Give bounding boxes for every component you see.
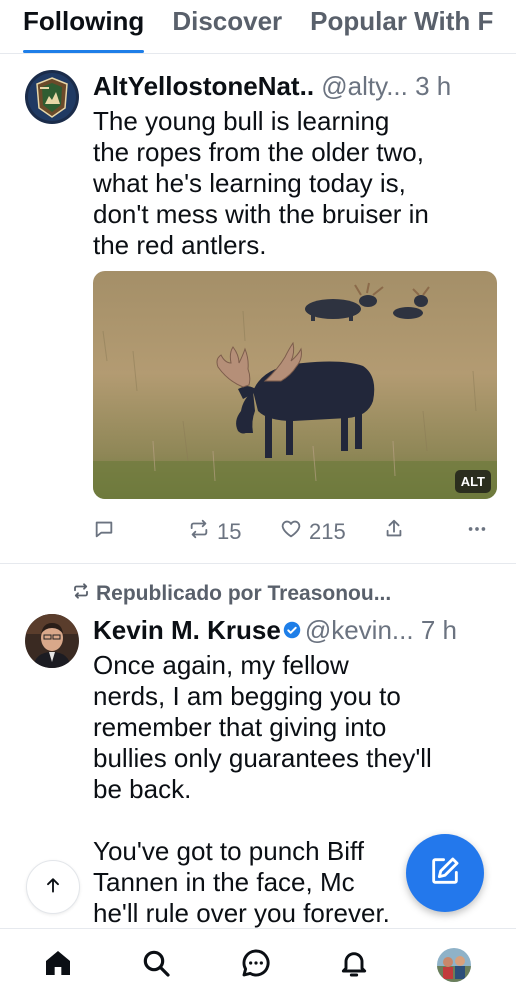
share-button[interactable] [383, 514, 405, 550]
reply-icon [93, 518, 115, 546]
more-icon [465, 518, 489, 546]
arrow-up-icon [43, 875, 63, 900]
author-handle[interactable]: @kevin... [305, 615, 414, 645]
bottom-navigation [0, 928, 516, 1000]
bell-icon [338, 947, 370, 984]
author-name[interactable]: AltYellostoneNat.. [93, 71, 314, 101]
author-handle[interactable]: @alty... [321, 71, 408, 101]
post-header: AltYellostoneNat.. @alty... 3 h [93, 70, 498, 102]
repost-icon [187, 518, 211, 546]
compose-button[interactable] [406, 834, 484, 912]
like-count: 215 [309, 519, 346, 544]
avatar[interactable] [25, 70, 79, 124]
author-name[interactable]: Kevin M. Kruse [93, 615, 281, 645]
home-icon [42, 947, 74, 984]
repost-button[interactable]: 15 [187, 514, 241, 550]
tab-popular-with-friends[interactable]: Popular With F [310, 0, 493, 53]
tab-following[interactable]: Following [23, 0, 145, 53]
nav-search[interactable] [136, 945, 176, 985]
post-actions: 15 215 [93, 514, 496, 550]
like-button[interactable]: 215 [279, 514, 346, 550]
repost-icon [72, 582, 90, 606]
verified-badge-icon [283, 621, 301, 639]
search-icon [140, 947, 172, 984]
nav-home[interactable] [38, 945, 78, 985]
feed-tabs: Following Discover Popular With F [0, 0, 516, 54]
repost-label: Republicado por Treasonou... [96, 582, 392, 605]
profile-avatar [437, 948, 471, 982]
compose-icon [428, 854, 462, 893]
reply-button[interactable] [93, 514, 115, 550]
tab-discover[interactable]: Discover [172, 0, 282, 53]
scroll-to-top-button[interactable] [26, 860, 80, 914]
post-image-moose[interactable]: ALT [93, 271, 497, 499]
nav-profile[interactable] [434, 945, 474, 985]
repost-attribution[interactable]: Republicado por Treasonou... [72, 582, 391, 606]
repost-count: 15 [217, 519, 242, 544]
post-time: 3 h [415, 71, 452, 101]
avatar[interactable] [25, 614, 79, 668]
post-time: 7 h [420, 615, 457, 645]
nav-notifications[interactable] [334, 945, 374, 985]
chat-icon [240, 947, 272, 984]
heart-icon [279, 518, 303, 546]
post-altyellowstone[interactable]: AltYellostoneNat.. @alty... 3 h The youn… [0, 54, 516, 564]
post-text: The young bull is learning the ropes fro… [93, 106, 429, 260]
more-options-button[interactable] [465, 514, 489, 550]
share-icon [383, 518, 405, 546]
alt-text-badge[interactable]: ALT [454, 470, 491, 493]
nav-chat[interactable] [236, 945, 276, 985]
post-header: Kevin M. Kruse @kevin... 7 h [93, 614, 498, 646]
